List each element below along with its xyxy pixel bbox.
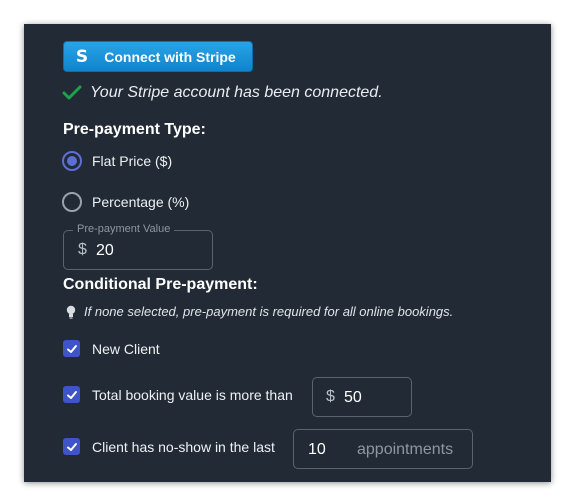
dollar-prefix: $ [326,388,335,405]
check-icon [62,85,82,100]
booking-value-field[interactable]: $ 50 [312,377,412,417]
connect-stripe-label: Connect with Stripe [104,48,236,65]
checkmark-icon [66,344,77,353]
no-show-count-input[interactable]: 10 [308,441,326,459]
prepayment-value-legend: Pre-payment Value [73,223,175,235]
condition-total-booking-value[interactable]: Total booking value is more than [63,386,293,403]
new-client-label: New Client [92,340,160,357]
checkmark-icon [66,442,77,451]
radio-button-unselected[interactable] [62,192,82,212]
radio-percentage[interactable]: Percentage (%) [62,192,189,212]
connect-stripe-button[interactable]: S Connect with Stripe [63,41,253,72]
radio-percentage-label: Percentage (%) [92,194,190,210]
lightbulb-icon [66,305,76,319]
booking-value-input[interactable]: 50 [344,389,362,407]
condition-new-client[interactable]: New Client [63,340,160,357]
appointments-unit: appointments [357,441,454,458]
conditional-hint-text: If none selected, pre-payment is require… [84,304,454,319]
no-show-label: Client has no-show in the last [92,438,275,455]
checkmark-icon [66,390,77,399]
connected-status-text: Your Stripe account has been connected. [90,84,383,101]
stripe-logo-icon: S [75,46,89,67]
condition-no-show[interactable]: Client has no-show in the last [63,438,275,455]
radio-flat-price[interactable]: Flat Price ($) [62,151,172,171]
no-show-checkbox[interactable] [63,438,80,455]
stripe-payment-settings-panel: S Connect with Stripe Your Stripe accoun… [24,24,551,482]
conditional-hint: If none selected, pre-payment is require… [66,304,453,319]
conditional-prepayment-title: Conditional Pre-payment: [63,276,258,293]
booking-value-checkbox[interactable] [63,386,80,403]
radio-flat-price-label: Flat Price ($) [92,153,173,169]
radio-button-selected[interactable] [62,151,82,171]
booking-value-label: Total booking value is more than [92,386,293,403]
prepayment-value-input[interactable]: 20 [96,242,114,260]
dollar-prefix: $ [78,241,87,258]
new-client-checkbox[interactable] [63,340,80,357]
no-show-count-field[interactable]: 10 appointments [293,429,473,469]
prepayment-type-title: Pre-payment Type: [63,121,206,138]
stripe-connected-status: Your Stripe account has been connected. [62,84,383,102]
prepayment-value-field[interactable]: Pre-payment Value $ 20 [63,223,213,270]
